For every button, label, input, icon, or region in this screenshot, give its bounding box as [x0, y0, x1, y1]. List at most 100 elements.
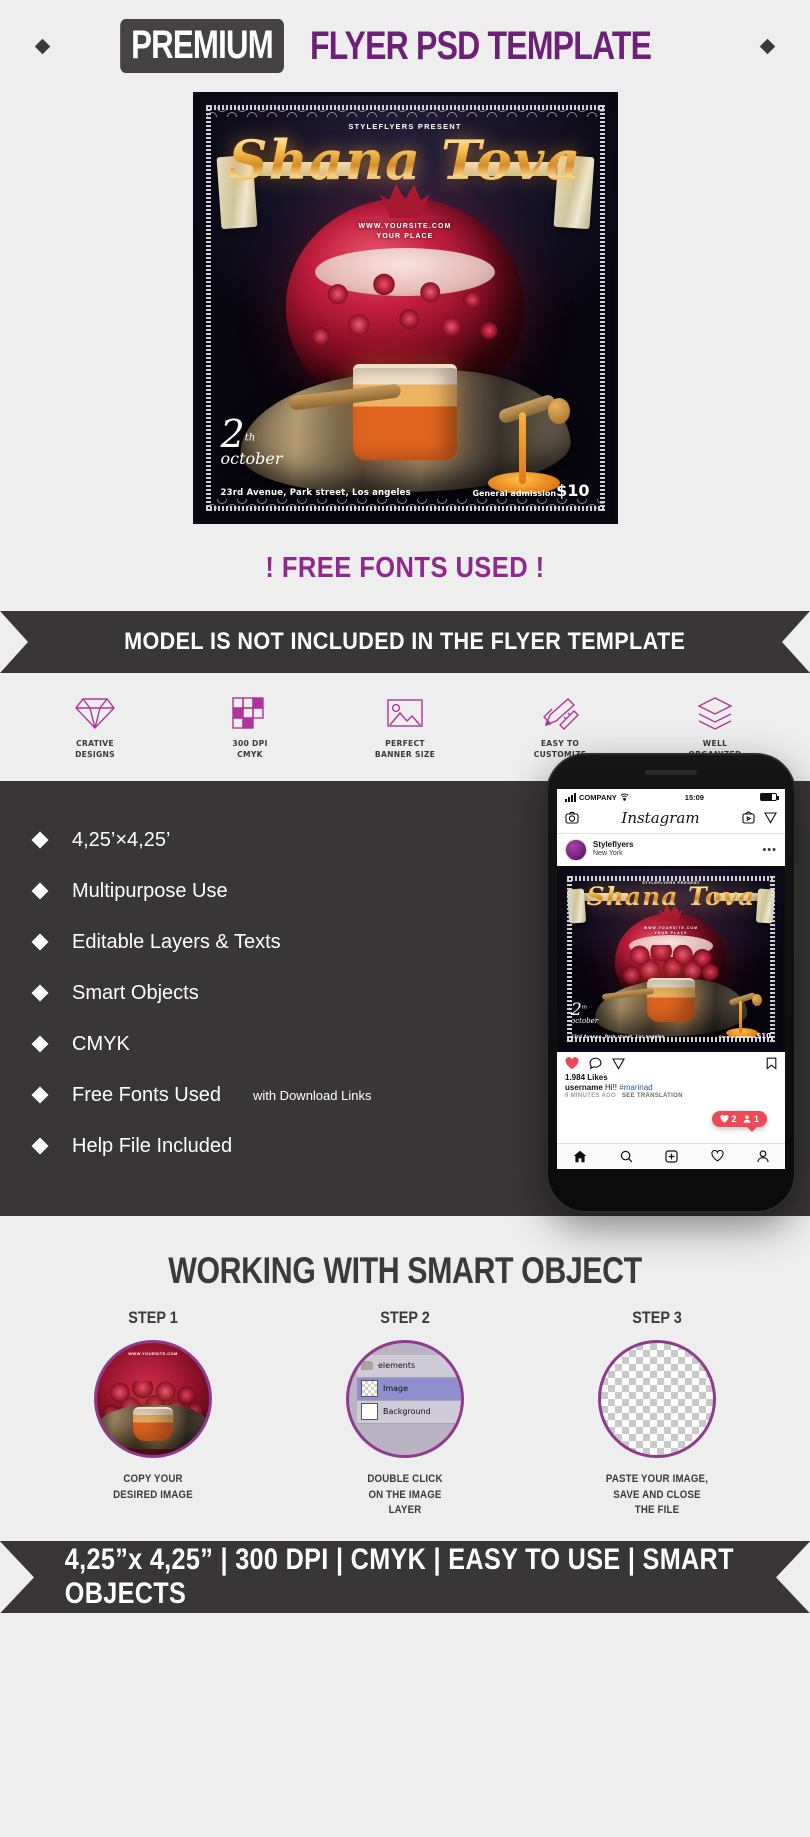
- flyer-preview: STYLEFLYERS PRESENT Shana Tova WWW.YOURS…: [192, 92, 618, 524]
- ribbon-text: MODEL IS NOT INCLUDED IN THE FLYER TEMPL…: [124, 628, 686, 655]
- step-1-image: WWW.YOURSITE.COM: [94, 1339, 212, 1458]
- instagram-logo: Instagram: [621, 808, 700, 827]
- flyer-admission: General admission$10: [719, 1032, 771, 1040]
- grid-icon: [232, 697, 264, 729]
- features-and-phone-section: 4,25’×4,25’ Multipurpose Use Editable La…: [0, 752, 810, 1216]
- step-label: STEP 1: [128, 1307, 178, 1327]
- instagram-nav-bar: Instagram: [557, 804, 785, 834]
- post-actions: [557, 1052, 785, 1073]
- diamond-bullet-icon: [31, 984, 49, 1002]
- steps-row: STEP 1 WWW.YOURSITE.COM COPY YOUR DESIRED…: [0, 1308, 810, 1520]
- diamond-bullet-icon: [31, 882, 49, 900]
- caption-text: Hi!!: [605, 1082, 618, 1092]
- premium-badge: PREMIUM: [119, 19, 284, 73]
- step-label: STEP 3: [632, 1307, 682, 1327]
- avatar[interactable]: [565, 838, 587, 861]
- send-icon[interactable]: [764, 811, 777, 824]
- flyer-wave-top-decoration: [206, 107, 604, 117]
- feature-list: 4,25’×4,25’ Multipurpose Use Editable La…: [0, 815, 420, 1172]
- camera-icon[interactable]: [565, 811, 579, 824]
- step-2: STEP 2 elements Image Background DOUBLE …: [310, 1308, 500, 1520]
- feature-icon-label-line1: WELL: [702, 739, 727, 748]
- step-3: STEP 3 PASTE YOUR IMAGE, SAVE AND CLOSE TH…: [562, 1308, 752, 1520]
- diamond-bullet-icon: [31, 1035, 49, 1053]
- instagram-tab-bar: [557, 1142, 785, 1169]
- honey-jar: [353, 364, 457, 460]
- honey-jar: [133, 1406, 173, 1441]
- page-title: FLYER PSD TEMPLATE: [309, 24, 652, 68]
- caption-hashtag[interactable]: #marinad: [619, 1083, 652, 1092]
- feature-label: Editable Layers & Texts: [72, 930, 281, 953]
- flyer-address: 23rd Avenue, Park street, Los angeles: [220, 488, 411, 498]
- list-item: 4,25’×4,25’: [31, 815, 420, 866]
- layer-row[interactable]: Image: [357, 1377, 461, 1401]
- list-item: CMYK: [31, 1019, 420, 1070]
- profile-icon[interactable]: [757, 1149, 769, 1163]
- list-item: Help File Included: [31, 1121, 420, 1172]
- flyer-address: 23rd Avenue, Park street, Los angeles: [571, 1033, 665, 1039]
- add-icon[interactable]: [665, 1149, 679, 1163]
- smart-object-title: WORKING WITH SMART OBJECT: [168, 1249, 642, 1291]
- heart-icon[interactable]: [565, 1056, 579, 1070]
- search-icon[interactable]: [620, 1150, 633, 1163]
- phone-screen: COMPANY 15:09 Instagram Styleflyers New …: [557, 788, 785, 1169]
- share-icon[interactable]: [612, 1057, 625, 1070]
- comment-icon[interactable]: [589, 1057, 602, 1070]
- heart-icon: [720, 1114, 729, 1123]
- smart-object-section: WORKING WITH SMART OBJECT STEP 1 WWW.YOU…: [0, 1215, 810, 1542]
- diamond-bullet-icon: [31, 1086, 49, 1104]
- feature-icon-perfect-banner-size: PERFECT BANNER SIZE: [361, 695, 449, 761]
- layers-panel: elements Image Background: [357, 1354, 461, 1424]
- flyer-preview-wrap: STYLEFLYERS PRESENT Shana Tova WWW.YOURS…: [0, 92, 810, 524]
- layer-thumbnail-icon: [361, 1403, 378, 1421]
- post-author-row[interactable]: Styleflyers New York •••: [557, 834, 785, 866]
- feature-icon-label-line2: DESIGNS: [75, 749, 116, 759]
- flyer-place: YOUR PLACE: [376, 233, 434, 241]
- layer-name: Background: [383, 1407, 431, 1417]
- igtv-icon[interactable]: [742, 811, 755, 824]
- diamond-bullet-icon: [31, 1137, 49, 1155]
- flyer-date: 2th october: [220, 415, 283, 468]
- notification-badge: 2 1: [711, 1110, 767, 1132]
- layer-row[interactable]: elements: [357, 1354, 461, 1378]
- step-caption: PASTE YOUR IMAGE, SAVE AND CLOSE THE FILE: [605, 1472, 709, 1517]
- feature-icon-label-line1: EASY TO: [540, 739, 579, 748]
- model-not-included-ribbon: MODEL IS NOT INCLUDED IN THE FLYER TEMPL…: [0, 611, 810, 673]
- flyer-admission-label: General admission: [472, 489, 557, 498]
- feature-icon-well-organized: WELL ORGANIZED: [671, 695, 759, 761]
- flyer-date-month: october: [220, 449, 283, 468]
- honey-drip: [739, 1000, 742, 1033]
- step-1-flyer-site: WWW.YOURSITE.COM: [128, 1350, 178, 1356]
- list-item: Smart Objects: [31, 968, 420, 1019]
- flyer-title-text: Shana Tova: [560, 882, 782, 911]
- list-item: Free Fonts Used with Download Links: [31, 1070, 420, 1121]
- person-icon: [744, 1115, 751, 1123]
- home-icon[interactable]: [573, 1150, 587, 1163]
- feature-icon-300-dpi-cmyk: 300 DPI CMYK: [206, 695, 294, 761]
- bookmark-icon[interactable]: [766, 1057, 777, 1070]
- feature-label: Smart Objects: [72, 981, 199, 1004]
- diamond-icon: [75, 698, 116, 730]
- post-timestamp-row: 9 MINUTES AGO SEE TRANSLATION: [557, 1093, 785, 1099]
- step-2-image: elements Image Background: [346, 1339, 464, 1458]
- flyer-date: 2th october: [571, 1000, 598, 1025]
- feature-label: 4,25’×4,25’: [72, 828, 171, 851]
- more-dots-icon[interactable]: •••: [762, 844, 777, 856]
- post-image[interactable]: STYLEFLYERS PRESENT Shana Tova WWW.YOURS…: [557, 865, 785, 1052]
- diamond-bullet-icon: [31, 933, 49, 951]
- list-item: Editable Layers & Texts: [31, 917, 420, 968]
- honey-jar: [647, 977, 695, 1022]
- see-translation-link[interactable]: SEE TRANSLATION: [622, 1093, 683, 1099]
- activity-icon[interactable]: [711, 1150, 724, 1162]
- flyer-place: YOUR PLACE: [654, 930, 688, 935]
- carrier-label: COMPANY: [579, 792, 617, 802]
- free-fonts-heading: ! FREE FONTS USED !: [265, 552, 545, 584]
- step-caption: COPY YOUR DESIRED IMAGE: [113, 1472, 193, 1501]
- smart-object-thumbnail-icon: [361, 1380, 378, 1398]
- feature-icon-easy-to-customize: EASY TO CUSTOMIZE: [516, 695, 604, 761]
- status-time: 15:09: [684, 792, 704, 802]
- wifi-icon: [620, 793, 629, 801]
- layer-row[interactable]: Background: [357, 1400, 461, 1424]
- flyer-wave-bottom-decoration: [206, 499, 604, 509]
- step-label: STEP 2: [380, 1307, 430, 1327]
